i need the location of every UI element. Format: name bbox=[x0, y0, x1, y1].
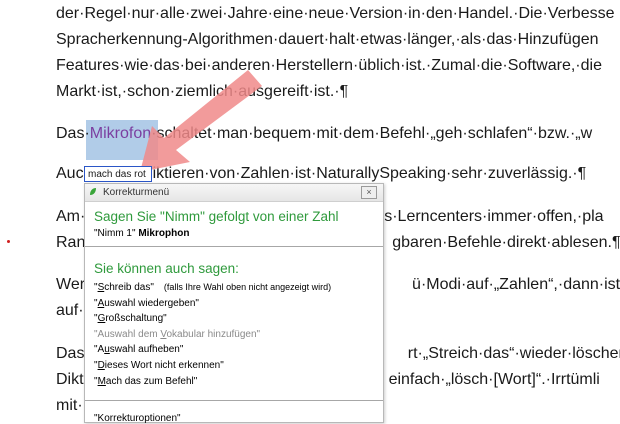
divider bbox=[85, 246, 383, 247]
divider bbox=[85, 400, 383, 401]
nimm-section: Sagen Sie "Nimm" gefolgt von einer Zahl … bbox=[94, 208, 338, 241]
menu-item-wort-nicht-erkennen[interactable]: "Dieses Wort nicht erkennen" bbox=[94, 358, 331, 374]
menu-item-auswahl-wiedergeben[interactable]: "Auswahl wiedergeben" bbox=[94, 296, 331, 312]
text-fragment: ü·Modi·auf·„Zahlen“,·dann·ist·di bbox=[412, 276, 620, 293]
menu-item-note: (falls Ihre Wahl oben nicht angezeigt wi… bbox=[163, 282, 332, 292]
correction-menu-titlebar[interactable]: Korrekturmenü × bbox=[85, 184, 383, 202]
menu-item-grossschaltung[interactable]: "Großschaltung" bbox=[94, 311, 331, 327]
choice-item-1[interactable]: "Nimm 1" Mikrophon bbox=[94, 227, 338, 241]
text-line-2: Spracherkennung-Algorithmen·dauert·halt·… bbox=[56, 31, 599, 48]
text-fragment: rt·„Streich·das“·wieder·löschen. bbox=[407, 345, 620, 362]
margin-marker bbox=[7, 240, 10, 243]
text-line-mikrofon: Das·Mikrofon·schaltet·man·bequem·mit·dem… bbox=[56, 124, 592, 144]
text-fragment: es·Lerncenters·immer·offen,·pla bbox=[375, 208, 604, 225]
choice-word: Mikrophon bbox=[138, 228, 190, 239]
correction-menu-title: Korrekturmenü bbox=[103, 187, 170, 198]
text-fragment: einfach·„lösch·[Wort]“.·Irrtümli bbox=[388, 371, 600, 388]
menu-item-schreib-das[interactable]: "Schreib das" (falls Ihre Wahl oben nicht… bbox=[94, 280, 331, 296]
text-line-mit: mit· bbox=[56, 397, 83, 414]
choice-command: "Nimm 1" bbox=[94, 228, 136, 239]
say-heading: Sagen Sie "Nimm" gefolgt von einer Zahl bbox=[94, 209, 339, 224]
menu-item-zum-befehl[interactable]: "Mach das zum Befehl" bbox=[94, 374, 331, 390]
menu-item-vokabular-hinzufuegen: "Auswahl dem Vokabular hinzufügen" bbox=[94, 328, 261, 340]
document-area[interactable]: der·Regel·nur·alle·zwei·Jahre·eine·neue·… bbox=[0, 0, 620, 424]
text-line-3: Features·wie·das·bei·anderen·Herstellern… bbox=[56, 57, 602, 74]
text-line-4: Markt·ist,·schon·ziemlich·ausgereift·ist… bbox=[56, 83, 349, 100]
also-heading: Sie können auch sagen: bbox=[94, 261, 239, 276]
dictation-preview-text: mach das rot bbox=[88, 169, 146, 180]
text-fragment: gbaren·Befehle·direkt·ablesen.¶ bbox=[392, 234, 620, 251]
also-say-section: Sie können auch sagen: "Schreib das" (fal… bbox=[94, 260, 331, 389]
selected-word[interactable]: Mikrofon bbox=[90, 125, 151, 142]
menu-item-auswahl-aufheben[interactable]: "Auswahl aufheben" bbox=[94, 342, 331, 358]
dictation-preview-box: mach das rot bbox=[84, 166, 152, 182]
line-suffix: iktieren·von·Zahlen·ist·NaturallySpeakin… bbox=[152, 165, 587, 182]
line-suffix: ·schaltet·man·bequem·mit·dem·Befehl·„geh… bbox=[151, 125, 593, 142]
menu-item-korrekturoptionen[interactable]: "Korrekturoptionen" bbox=[94, 413, 181, 424]
leaf-icon bbox=[90, 188, 96, 195]
line-prefix: Das· bbox=[56, 125, 90, 142]
line-prefix: Auc bbox=[56, 165, 84, 182]
correction-menu[interactable]: Korrekturmenü × Sagen Sie "Nimm" gefolgt… bbox=[84, 183, 384, 424]
text-line-1: der·Regel·nur·alle·zwei·Jahre·eine·neue·… bbox=[56, 5, 615, 22]
close-button[interactable]: × bbox=[361, 186, 377, 199]
